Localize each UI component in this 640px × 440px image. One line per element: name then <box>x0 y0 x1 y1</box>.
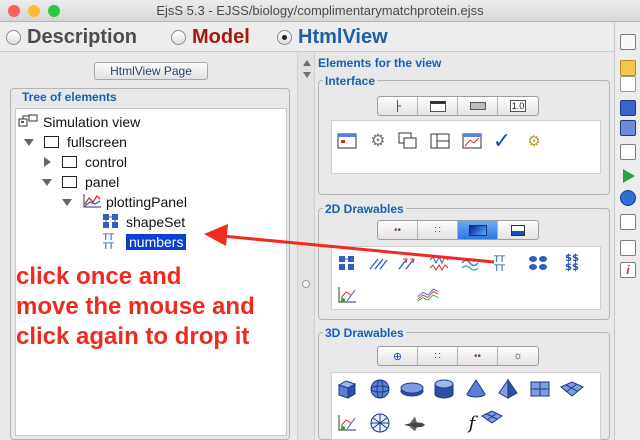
annotation-arrow <box>204 224 495 264</box>
